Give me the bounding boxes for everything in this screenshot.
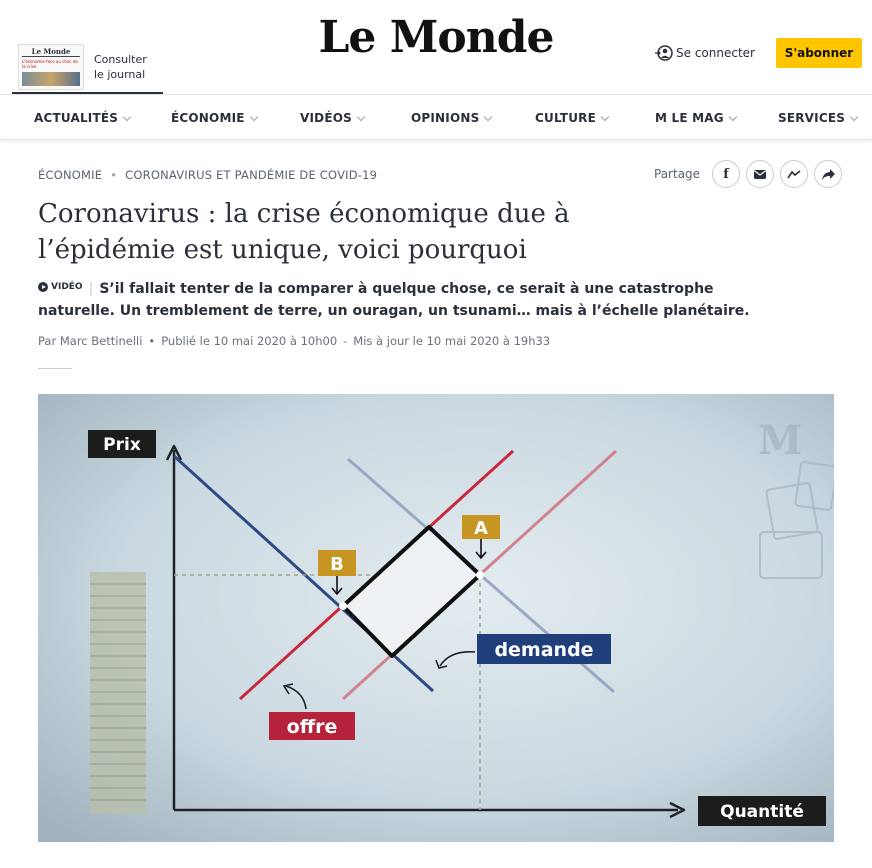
nav-label: SERVICES <box>778 111 846 125</box>
messenger-icon <box>787 169 801 178</box>
divider <box>38 368 72 369</box>
envelope-icon <box>754 169 767 179</box>
marker-b-label: B <box>330 554 344 575</box>
chevron-down-icon <box>122 112 132 121</box>
nav-item-videos[interactable]: VIDÉOS <box>300 111 366 125</box>
nav-item-services[interactable]: SERVICES <box>778 111 859 125</box>
byline: Par Marc Bettinelli • Publié le 10 mai 2… <box>38 334 550 348</box>
share-arrow-icon <box>821 168 835 180</box>
chevron-down-icon <box>356 112 366 121</box>
nav-label: OPINIONS <box>411 111 480 125</box>
x-axis-label: Quantité <box>720 802 804 822</box>
coin-stack <box>90 572 146 814</box>
facebook-share-button[interactable]: f <box>712 160 741 188</box>
marker-a-label: A <box>474 518 488 539</box>
x-axis-label-box: Quantité <box>698 796 826 826</box>
demand-label: demande <box>494 639 593 661</box>
article-video-player[interactable]: M A B Prix Quantité demande offre <box>38 394 834 842</box>
breadcrumb-separator: • <box>110 168 118 182</box>
nav-item-actualites[interactable]: ACTUALITÉS <box>34 111 132 125</box>
lede-text: S’il fallait tenter de la comparer à que… <box>38 281 750 319</box>
login-button[interactable]: Se connecter <box>655 44 755 62</box>
consult-label-line1: Consulter <box>94 53 147 66</box>
chevron-down-icon <box>849 112 859 121</box>
supply-demand-illustration: M A B Prix Quantité demande offre <box>38 394 834 842</box>
masthead: Le Monde L'économie face au choc de la c… <box>0 0 872 95</box>
y-axis-label: Prix <box>103 435 141 455</box>
nav-label: M LE MAG <box>655 111 724 125</box>
nav-label: ÉCONOMIE <box>171 111 245 125</box>
more-share-button[interactable] <box>814 160 843 188</box>
author[interactable]: Par Marc Bettinelli <box>38 334 142 348</box>
video-tag: VIDÉO <box>38 276 83 298</box>
messenger-share-button[interactable] <box>780 160 809 188</box>
journal-thumb-image <box>22 72 80 86</box>
breadcrumb: ÉCONOMIE • CORONAVIRUS ET PANDÉMIE DE CO… <box>38 168 377 182</box>
nav-label: CULTURE <box>535 111 596 125</box>
updated-date: Mis à jour le 10 mai 2020 à 19h33 <box>353 334 551 348</box>
nav-item-m-le-mag[interactable]: M LE MAG <box>655 111 738 125</box>
consult-label-line2: le journal <box>94 68 146 81</box>
nav-label: ACTUALITÉS <box>34 111 119 125</box>
point-b <box>339 602 347 610</box>
nav-label: VIDÉOS <box>300 111 352 125</box>
video-tag-label: VIDÉO <box>51 282 83 292</box>
journal-thumb-headline: L'économie face au choc de la crise <box>22 59 78 69</box>
chevron-down-icon <box>484 112 493 121</box>
breadcrumb-economie[interactable]: ÉCONOMIE <box>38 168 102 182</box>
subscribe-button[interactable]: S'abonner <box>776 38 862 68</box>
email-share-button[interactable] <box>746 160 775 188</box>
user-icon <box>655 45 673 61</box>
y-axis-label-box: Prix <box>88 430 156 458</box>
lede-separator: | <box>88 281 94 297</box>
consult-journal-link[interactable]: Consulter le journal <box>94 52 147 82</box>
login-label: Se connecter <box>676 46 755 60</box>
chevron-down-icon <box>249 112 258 121</box>
le-monde-logo[interactable]: Le Monde <box>316 8 556 68</box>
byline-separator: • <box>148 334 156 348</box>
watermark-logo: M <box>758 417 802 464</box>
nav-item-economie[interactable]: ÉCONOMIE <box>171 111 258 125</box>
point-a <box>476 571 484 579</box>
supply-label: offre <box>287 716 338 738</box>
share-bar: Partage f <box>654 160 843 188</box>
published-date: Publié le 10 mai 2020 à 10h00 <box>161 334 338 348</box>
nav-item-culture[interactable]: CULTURE <box>535 111 610 125</box>
byline-separator: - <box>343 334 348 348</box>
chevron-down-icon <box>600 112 610 121</box>
play-icon <box>38 282 48 292</box>
journal-thumb-title: Le Monde <box>22 47 80 57</box>
article-lede: VIDÉO | S’il fallait tenter de la compare… <box>38 276 758 322</box>
main-nav: ACTUALITÉS ÉCONOMIE VIDÉOS OPINIONS CULT… <box>0 94 872 140</box>
share-label: Partage <box>654 167 701 181</box>
article-title: Coronavirus : la crise économique due à … <box>38 199 570 265</box>
breadcrumb-coronavirus[interactable]: CORONAVIRUS ET PANDÉMIE DE COVID-19 <box>125 168 377 182</box>
facebook-icon: f <box>723 166 729 182</box>
journal-thumbnail[interactable]: Le Monde L'économie face au choc de la c… <box>18 44 84 90</box>
nav-item-opinions[interactable]: OPINIONS <box>411 111 493 125</box>
chevron-down-icon <box>728 112 738 121</box>
